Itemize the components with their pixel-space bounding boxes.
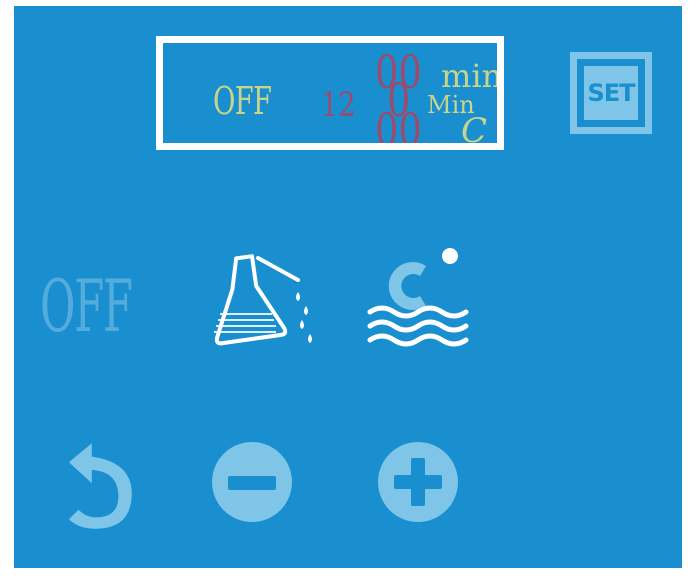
set-button-label: SET — [584, 66, 638, 120]
display-status: OFF — [213, 79, 272, 123]
water-temperature-icon[interactable] — [364, 242, 474, 362]
control-panel: OFF 12 00 0 00 min Min C SET OFF — [14, 6, 682, 568]
plus-circle-icon[interactable] — [376, 440, 460, 524]
set-button[interactable]: SET — [570, 52, 652, 134]
display-unit-celsius: C — [461, 111, 488, 150]
flask-pour-icon[interactable] — [202, 250, 322, 354]
lcd-display: OFF 12 00 0 00 min Min C — [156, 36, 504, 150]
display-digit-bottom: 00 — [375, 103, 422, 150]
display-digits-small: 12 — [321, 85, 356, 125]
minus-circle-icon[interactable] — [210, 440, 294, 524]
undo-arrow-icon[interactable] — [42, 436, 138, 548]
display-unit-min: min — [441, 57, 503, 95]
off-button[interactable]: OFF — [40, 264, 133, 348]
